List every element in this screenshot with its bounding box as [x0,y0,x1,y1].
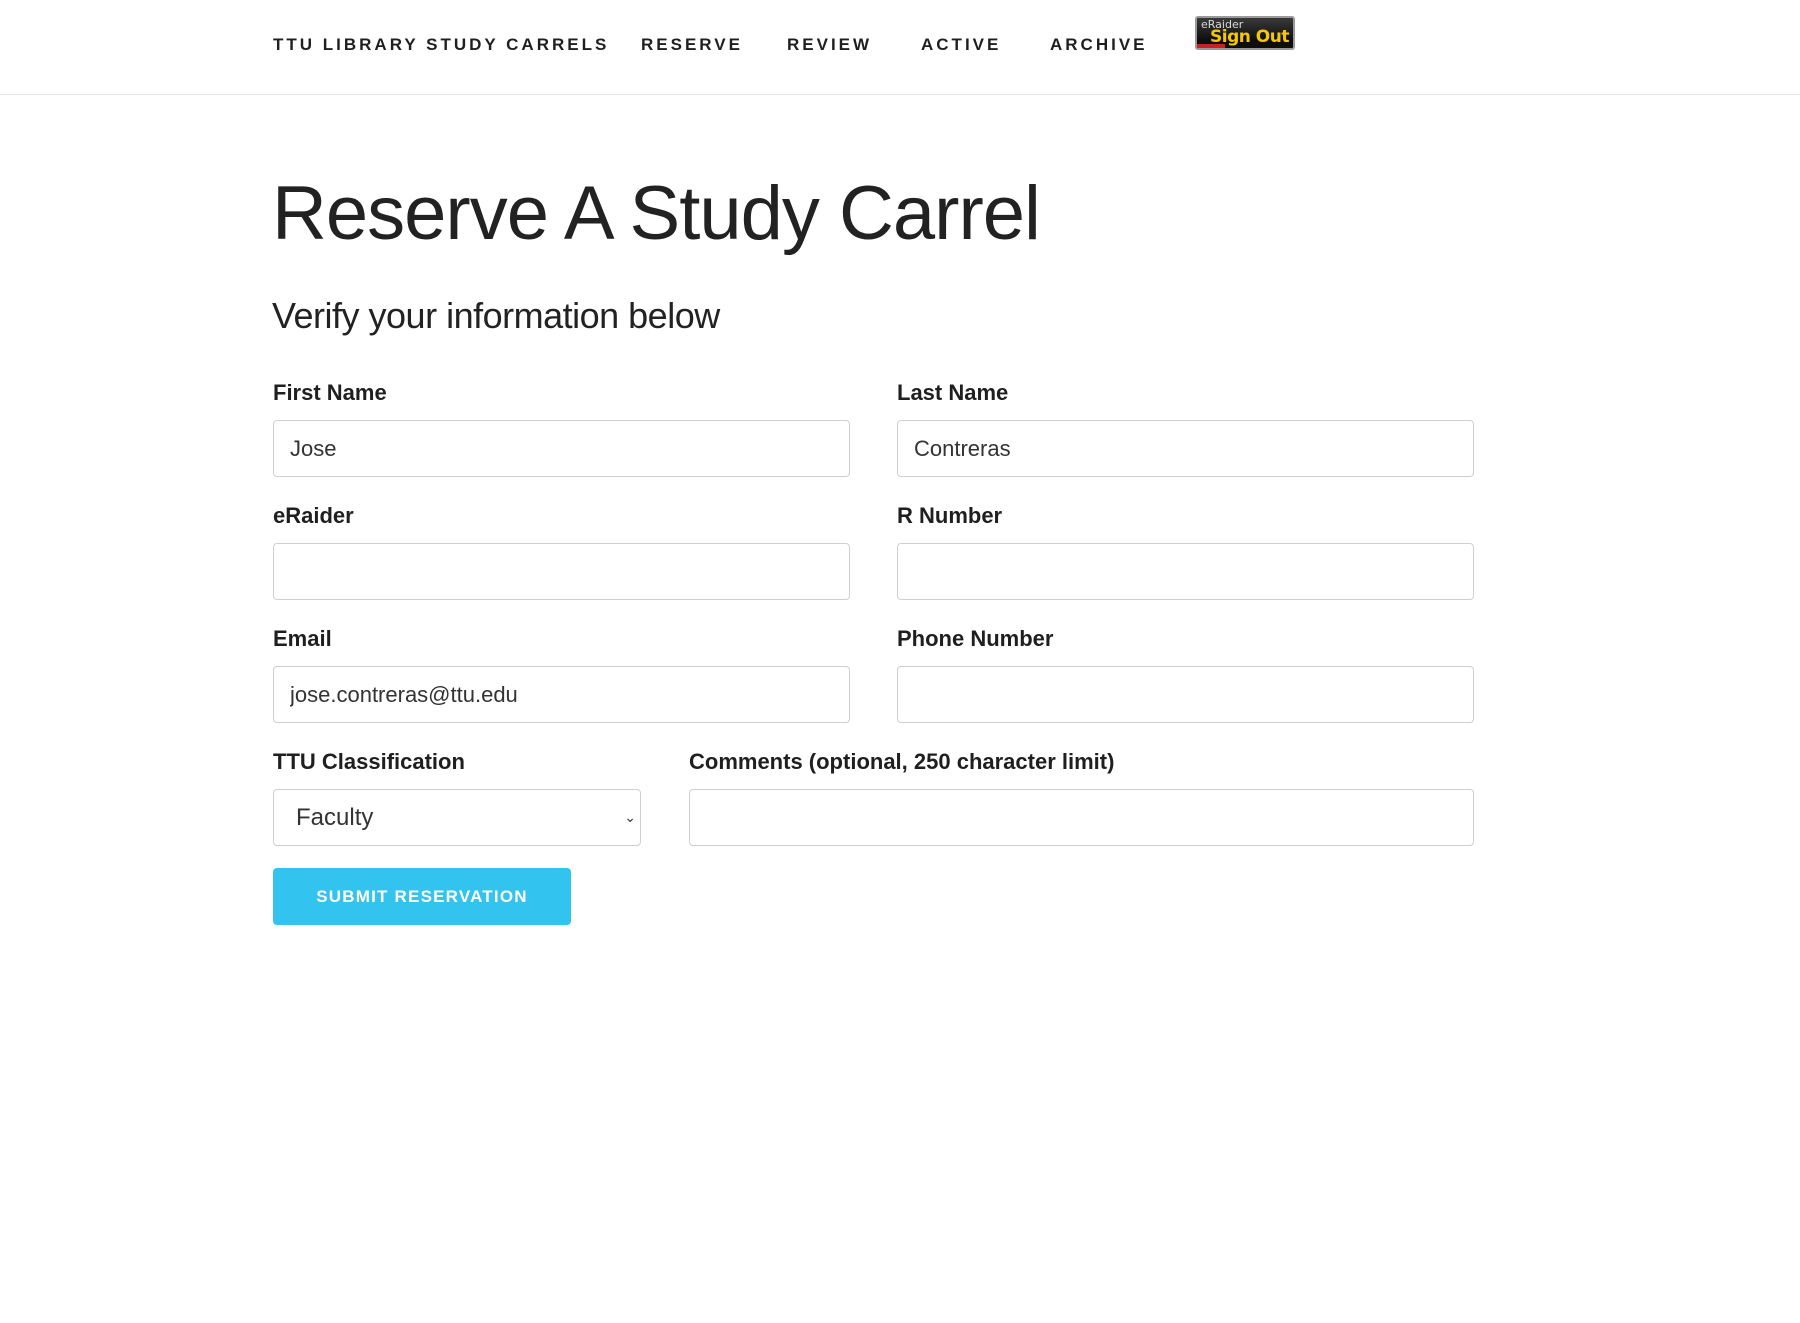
email-input[interactable] [273,666,850,723]
phone-number-input[interactable] [897,666,1474,723]
first-name-input[interactable] [273,420,850,477]
last-name-input[interactable] [897,420,1474,477]
nav-review-link[interactable]: REVIEW [787,35,872,55]
page-title: Reserve A Study Carrel [272,171,1041,256]
top-navbar: TTU LIBRARY STUDY CARRELS RESERVE REVIEW… [0,0,1800,95]
nav-brand-link[interactable]: TTU LIBRARY STUDY CARRELS [273,35,609,55]
email-label: Email [273,626,332,651]
classification-label: TTU Classification [273,749,465,774]
comments-input[interactable] [689,789,1474,846]
r-number-label: R Number [897,503,1003,528]
eraider-label: eRaider [273,503,354,528]
signout-badge-redbar [1197,44,1225,48]
classification-selected-value: Faculty [296,804,374,831]
eraider-signout-button[interactable]: eRaider Sign Out [1195,16,1295,50]
eraider-input[interactable] [273,543,850,600]
phone-number-label: Phone Number [897,626,1054,651]
r-number-input[interactable] [897,543,1474,600]
comments-label: Comments (optional, 250 character limit) [689,749,1115,774]
page-subtitle: Verify your information below [272,295,720,336]
chevron-down-icon: ⌄ [624,809,636,825]
first-name-label: First Name [273,380,387,405]
submit-reservation-button[interactable]: SUBMIT RESERVATION [273,868,571,925]
nav-active-link[interactable]: ACTIVE [921,35,1001,55]
nav-archive-link[interactable]: ARCHIVE [1050,35,1148,55]
nav-reserve-link[interactable]: RESERVE [641,35,743,55]
classification-select[interactable]: Faculty ⌄ [273,789,641,846]
last-name-label: Last Name [897,380,1009,405]
